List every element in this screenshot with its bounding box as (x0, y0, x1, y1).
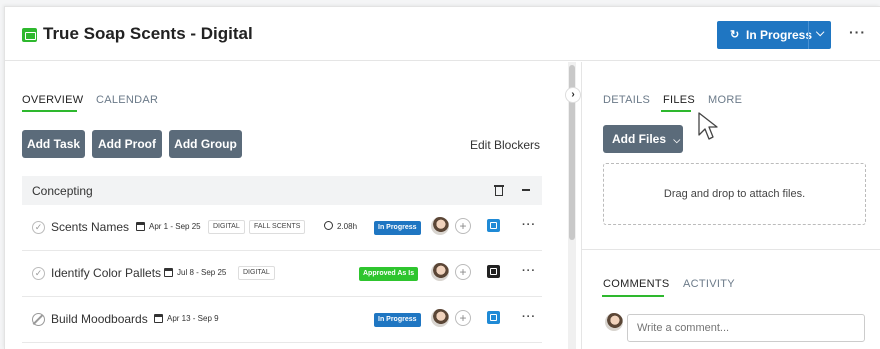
section-divider (582, 249, 880, 250)
tab-details[interactable]: DETAILS (603, 94, 650, 106)
project-panel: True Soap Scents - Digital ↻ In Progress… (4, 6, 880, 349)
add-task-button[interactable]: Add Task (22, 130, 85, 158)
tab-calendar[interactable]: CALENDAR (96, 94, 158, 106)
assignee-avatar[interactable] (431, 309, 449, 327)
status-badge[interactable]: In Progress (374, 313, 421, 327)
project-title: True Soap Scents - Digital (43, 24, 253, 43)
task-name[interactable]: Identify Color Pallets (51, 266, 161, 280)
tab-activity[interactable]: ACTIVITY (683, 278, 735, 290)
add-files-button[interactable]: Add Files ⌵ (603, 125, 683, 153)
proof-icon[interactable] (487, 265, 500, 278)
collapse-panel-button[interactable]: › (565, 87, 581, 103)
overview-panel: OVERVIEW CALENDAR Add Task Add Proof Add… (5, 62, 568, 349)
edit-blockers-link[interactable]: Edit Blockers (470, 138, 540, 152)
task-row[interactable]: ✓ Identify Color Pallets Jul 8 - Sep 25 … (22, 251, 542, 297)
task-name[interactable]: Scents Names (51, 220, 129, 234)
tab-overview-underline (22, 110, 77, 112)
header-more-button[interactable]: ··· (849, 24, 866, 40)
calendar-icon (164, 268, 173, 277)
refresh-icon: ↻ (730, 29, 740, 41)
tab-files-underline (661, 110, 691, 112)
tab-more[interactable]: MORE (708, 94, 742, 106)
commenter-avatar (605, 313, 623, 331)
app-window: True Soap Scents - Digital ↻ In Progress… (0, 0, 880, 349)
file-dropzone[interactable]: Drag and drop to attach files. (603, 163, 866, 225)
time-logged: 2.08h (337, 222, 358, 231)
status-badge[interactable]: Approved As Is (359, 267, 419, 281)
panel-divider (581, 62, 582, 349)
project-status-button[interactable]: ↻ In Progress ⌵ (717, 21, 831, 49)
add-files-label: Add Files (612, 132, 667, 146)
complete-check-icon[interactable]: ✓ (32, 221, 45, 234)
comment-input[interactable] (627, 314, 865, 342)
tag-badge: FALL SCENTS (249, 220, 306, 234)
calendar-icon (154, 314, 163, 323)
task-date: Apr 13 - Sep 9 (167, 314, 219, 323)
row-more-button[interactable]: ··· (522, 219, 536, 231)
project-header: True Soap Scents - Digital ↻ In Progress… (5, 7, 880, 61)
add-assignee-button[interactable]: + (455, 218, 471, 234)
status-badge[interactable]: In Progress (374, 221, 421, 235)
group-header-concepting[interactable]: Concepting (22, 176, 542, 205)
chevron-down-icon: ⌵ (673, 135, 681, 145)
tag-badge: DIGITAL (208, 220, 245, 234)
complete-check-icon[interactable]: ✓ (32, 267, 45, 280)
tab-comments-underline (602, 295, 664, 297)
trash-icon[interactable] (494, 183, 504, 196)
blocked-icon[interactable] (32, 313, 45, 326)
group-name: Concepting (32, 184, 93, 198)
add-group-button[interactable]: Add Group (169, 130, 242, 158)
assignee-avatar[interactable] (431, 263, 449, 281)
approval-icon[interactable] (487, 219, 500, 232)
clock-icon (324, 221, 333, 230)
collapse-group-icon[interactable] (522, 189, 530, 191)
mouse-cursor-icon (698, 112, 718, 140)
add-assignee-button[interactable]: + (455, 264, 471, 280)
chevron-down-icon[interactable]: ⌵ (816, 27, 824, 40)
task-date: Jul 8 - Sep 25 (177, 268, 227, 277)
add-proof-button[interactable]: Add Proof (92, 130, 162, 158)
row-more-button[interactable]: ··· (522, 265, 536, 277)
task-date: Apr 1 - Sep 25 (149, 222, 201, 231)
assignee-avatar[interactable] (431, 217, 449, 235)
add-assignee-button[interactable]: + (455, 310, 471, 326)
status-button-divider (808, 21, 809, 49)
tab-comments[interactable]: COMMENTS (603, 278, 670, 290)
project-status-label: In Progress (746, 28, 813, 42)
tab-overview[interactable]: OVERVIEW (22, 94, 84, 106)
calendar-icon (136, 222, 145, 231)
project-icon (22, 28, 37, 42)
task-row[interactable]: ✓ Scents Names Apr 1 - Sep 25 DIGITAL FA… (22, 205, 542, 251)
task-row[interactable]: Build Moodboards Apr 13 - Sep 9 In Progr… (22, 297, 542, 343)
tab-files[interactable]: FILES (663, 94, 695, 106)
row-more-button[interactable]: ··· (522, 311, 536, 323)
approval-icon[interactable] (487, 311, 500, 324)
tag-badge: DIGITAL (238, 266, 275, 280)
task-name[interactable]: Build Moodboards (51, 312, 148, 326)
